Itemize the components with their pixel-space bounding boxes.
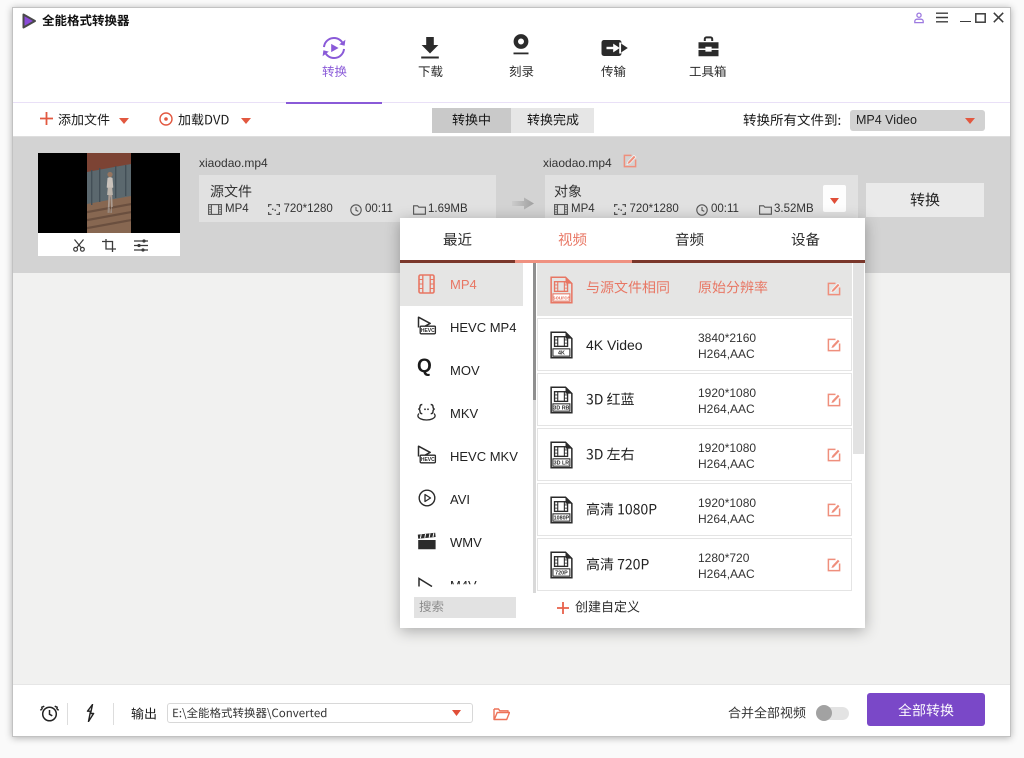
svg-text:3D LR: 3D LR bbox=[553, 460, 569, 466]
svg-text:4K: 4K bbox=[557, 350, 564, 356]
svg-text:HEVC: HEVC bbox=[421, 457, 435, 463]
svg-text:720P: 720P bbox=[555, 570, 568, 576]
svg-text:3D RB: 3D RB bbox=[553, 405, 569, 411]
svg-text:1080P: 1080P bbox=[553, 515, 569, 521]
svg-text:source: source bbox=[552, 295, 570, 301]
svg-text:HEVC: HEVC bbox=[421, 328, 435, 334]
